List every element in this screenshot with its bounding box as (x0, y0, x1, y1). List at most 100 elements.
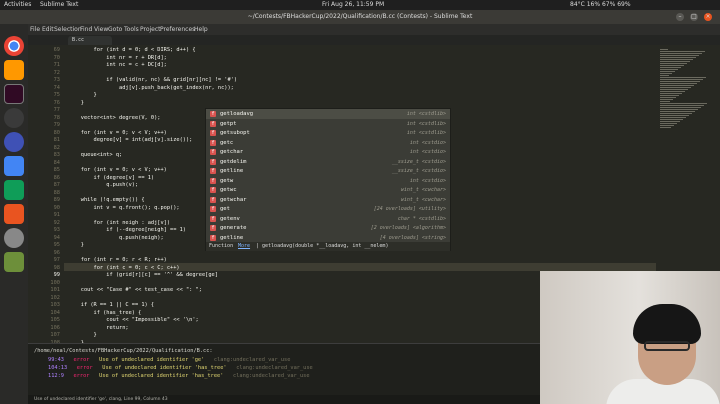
minimap-line (660, 89, 688, 90)
code-line[interactable]: int v = q.front(); q.pop(); (68, 205, 180, 213)
menu-tools[interactable]: Tools (124, 24, 139, 35)
autocomplete-item[interactable]: f getw int <cstdio> (206, 176, 450, 186)
build-error-line[interactable]: 112:9 error Use of undeclared identifier… (48, 373, 310, 380)
code-line[interactable]: q.push(v); (68, 182, 138, 190)
menu-find[interactable]: Find (80, 24, 92, 35)
trash-icon[interactable] (4, 252, 24, 272)
obs-icon[interactable] (4, 108, 24, 128)
autocomplete-item[interactable]: f getsubopt int <cstdlib> (206, 128, 450, 138)
line-number: 94 (53, 234, 60, 241)
autocomplete-item-type: int <cstdlib> (406, 111, 446, 117)
app-menu[interactable]: Sublime Text (40, 0, 78, 10)
minimap-line (660, 101, 670, 102)
autocomplete-item[interactable]: f generate [2 overloads] <algorithm> (206, 223, 450, 233)
code-line[interactable]: adj[v].push_back(get_index(nr, nc)); (68, 85, 234, 93)
autocomplete-more-link[interactable]: More (238, 242, 250, 251)
line-number: 89 (53, 197, 60, 203)
autocomplete-popup[interactable]: f getline [4 overloads] <string> f generate [… (205, 108, 451, 251)
autocomplete-item[interactable]: f getline __ssize_t <cstdio> (206, 166, 450, 176)
autocomplete-item[interactable]: f getwchar wint_t <cwchar> (206, 195, 450, 205)
docs-icon[interactable] (4, 156, 24, 176)
settings-icon[interactable] (4, 228, 24, 248)
clock[interactable]: Fri Aug 26, 11:59 PM (322, 0, 384, 10)
minimap-line (660, 63, 687, 64)
autocomplete-kind-label: Function (209, 243, 234, 249)
autocomplete-item[interactable]: f getpt int <cstdlib> (206, 119, 450, 129)
autocomplete-item-name: getenv (220, 215, 240, 222)
function-icon: f (210, 168, 216, 174)
minimap-line (660, 127, 671, 128)
menu-goto[interactable]: Goto (108, 24, 122, 35)
code-line[interactable]: cout << "Case #" << test_case << ": "; (68, 287, 202, 295)
code-line[interactable]: int nr = r + DR[d]; (68, 55, 167, 63)
code-line[interactable]: for (int v = 0; v < V; v++) (68, 167, 167, 175)
code-line[interactable]: cout << "Impossible" << '\n'; (68, 317, 198, 325)
store-icon[interactable] (4, 204, 24, 224)
code-line[interactable]: if (grid[r][c] == '^' && degree[ge] (68, 272, 218, 280)
terminal-icon[interactable] (4, 84, 24, 104)
code-line[interactable]: for (int v = 0; v < V; v++) (68, 130, 167, 138)
menu-edit[interactable]: Edit (42, 24, 54, 35)
minimap-line (660, 69, 678, 70)
minimap-line (660, 103, 707, 104)
autocomplete-item[interactable]: f getenv char * <cstdlib> (206, 214, 450, 224)
code-line[interactable]: for (int neigh : adj[v]) (68, 220, 171, 228)
code-line[interactable]: for (int d = 0; d < DIRS; d++) { (68, 47, 196, 55)
code-line[interactable]: } (68, 242, 84, 250)
build-error-line[interactable]: 104:13 error Use of undeclared identifie… (48, 365, 313, 372)
line-number: 87 (53, 182, 60, 188)
code-line[interactable]: q.push(neigh); (68, 235, 164, 243)
code-line[interactable]: int nc = c + DC[d]; (68, 62, 167, 70)
code-line[interactable]: } (68, 332, 97, 340)
autocomplete-item[interactable]: f getloadavg int <cstdlib> (206, 109, 450, 119)
minimap-line (660, 91, 685, 92)
code-line[interactable]: if (--degree[neigh] == 1) (68, 227, 186, 235)
code-line[interactable]: degree[v] = int(adj[v].size()); (68, 137, 193, 145)
line-number: 73 (53, 77, 60, 83)
menu-preferences[interactable]: Preferences (160, 24, 195, 35)
code-line[interactable]: } (68, 100, 84, 108)
eclipse-icon[interactable] (4, 132, 24, 152)
autocomplete-item[interactable]: f getdelim __ssize_t <cstdio> (206, 157, 450, 167)
chrome-icon[interactable] (4, 36, 24, 56)
autocomplete-item-name: get (220, 206, 230, 212)
code-line[interactable]: queue<int> q; (68, 152, 122, 160)
code-line[interactable]: return; (68, 325, 128, 333)
line-number: 71 (53, 62, 60, 68)
maximize-button[interactable]: □ (690, 13, 698, 21)
autocomplete-item[interactable]: f getline [4 overloads] <string> (206, 233, 450, 243)
build-output-panel[interactable]: /home/neal/Contests/FBHackerCup/2022/Qua… (28, 343, 540, 395)
sublime-text-icon[interactable] (4, 60, 24, 80)
code-line[interactable]: } (68, 92, 97, 100)
code-line[interactable]: for (int c = 0; c < C; c++) (68, 265, 180, 273)
line-number: 75 (53, 92, 60, 98)
close-button[interactable]: × (704, 13, 712, 21)
menu-view[interactable]: View (94, 24, 108, 35)
code-line[interactable]: if (degree[v] == 1) (68, 175, 155, 183)
code-line[interactable]: for (int r = 0; r < R; r++) (68, 257, 167, 265)
sheets-icon[interactable] (4, 180, 24, 200)
menu-file[interactable]: File (30, 24, 40, 35)
code-line[interactable]: vector<int> degree(V, 0); (68, 115, 161, 123)
menu-project[interactable]: Project (140, 24, 161, 35)
menu-help[interactable]: Help (194, 24, 208, 35)
function-icon: f (210, 234, 216, 241)
code-line[interactable]: if (R == 1 || C == 1) { (68, 302, 154, 310)
autocomplete-item[interactable]: f get [24 overloads] <utility> (206, 204, 450, 214)
code-line[interactable]: if (has_tree) { (68, 310, 142, 318)
system-status[interactable]: 84°C 16% 67% 69% (570, 0, 631, 10)
tab-b-cc[interactable]: B.cc (68, 36, 112, 45)
code-line[interactable]: if (valid(nr, nc) && grid[nr][nc] != '#'… (68, 77, 237, 85)
autocomplete-item[interactable]: f getc int <cstdio> (206, 138, 450, 148)
build-error-line[interactable]: 99:43 error Use of undeclared identifier… (48, 357, 290, 364)
minimize-button[interactable]: – (676, 13, 684, 21)
autocomplete-item-type: wint_t <cwchar> (400, 187, 446, 193)
activities-button[interactable]: Activities (4, 0, 31, 10)
line-number-gutter: 69 70 71 72 73 74 75 76 77 78 79 80 81 82 83 84 85 86 87 88… (28, 45, 64, 343)
minimap-line (660, 121, 680, 122)
code-line[interactable]: while (!q.empty()) { (68, 197, 145, 205)
autocomplete-item[interactable]: f getwc wint_t <cwchar> (206, 185, 450, 195)
menu-selection[interactable]: Selection (54, 24, 82, 35)
autocomplete-item[interactable]: f getchar int <cstdio> (206, 147, 450, 157)
line-number: 70 (53, 54, 60, 61)
